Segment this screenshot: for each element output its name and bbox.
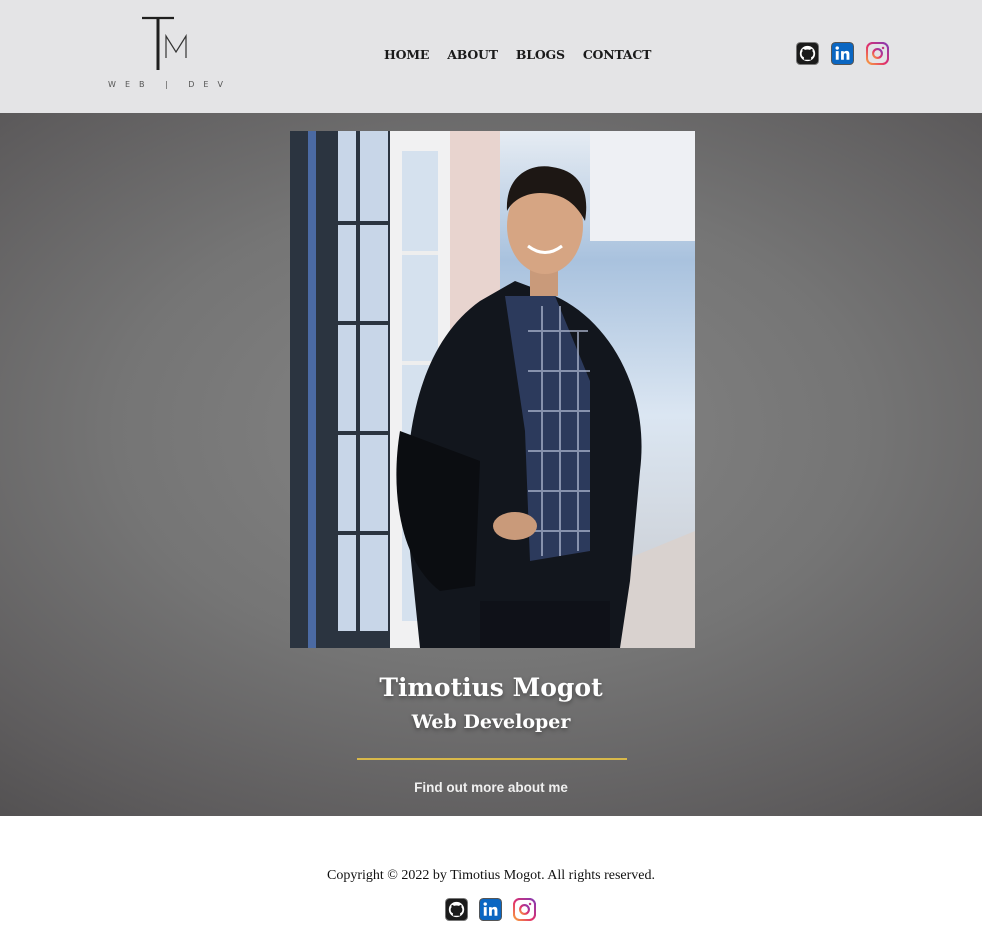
hero-divider <box>357 758 627 760</box>
nav-blogs[interactable]: BLOGS <box>516 47 565 62</box>
linkedin-icon[interactable] <box>479 898 502 921</box>
footer-social-links <box>445 898 536 921</box>
hero-name: Timotius Mogot <box>379 673 603 702</box>
nav-home[interactable]: HOME <box>384 47 429 62</box>
site-logo[interactable]: WEB | DEV <box>108 14 232 92</box>
instagram-icon[interactable] <box>866 42 889 65</box>
nav-about[interactable]: ABOUT <box>447 47 498 62</box>
tm-monogram-icon <box>142 16 187 70</box>
profile-photo-image <box>290 131 695 648</box>
find-out-more-link[interactable]: Find out more about me <box>0 780 982 795</box>
hero-section: Timotius Mogot Web Developer Find out mo… <box>0 113 982 816</box>
site-header: WEB | DEV HOME ABOUT BLOGS CONTACT <box>0 0 982 113</box>
logo-subtitle: WEB | DEV <box>108 80 232 89</box>
github-icon[interactable] <box>796 42 819 65</box>
header-social-links <box>796 42 889 65</box>
main-nav: HOME ABOUT BLOGS CONTACT <box>384 47 669 62</box>
linkedin-icon[interactable] <box>831 42 854 65</box>
copyright-text: Copyright © 2022 by Timotius Mogot. All … <box>327 868 655 883</box>
hero-role: Web Developer <box>411 711 571 733</box>
github-icon[interactable] <box>445 898 468 921</box>
nav-contact[interactable]: CONTACT <box>583 47 652 62</box>
profile-photo <box>290 131 695 648</box>
instagram-icon[interactable] <box>513 898 536 921</box>
